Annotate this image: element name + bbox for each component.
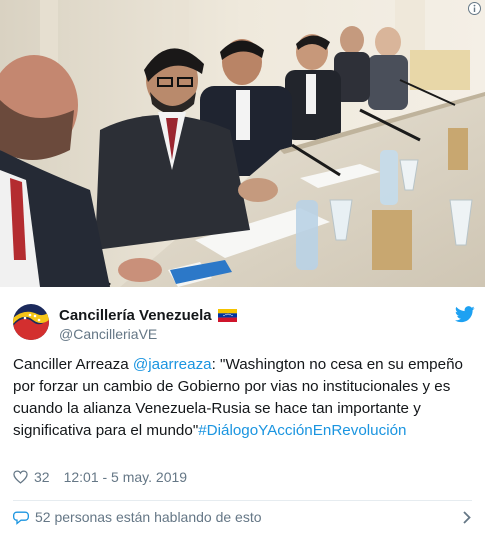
- tweet-header: Cancillería Venezuela @CancilleriaVE: [13, 304, 475, 344]
- mention-link[interactable]: @jaarreaza: [133, 356, 212, 373]
- author-name-row[interactable]: Cancillería Venezuela: [59, 307, 237, 324]
- like-count[interactable]: 32: [34, 469, 50, 485]
- author-name[interactable]: Cancillería Venezuela: [59, 307, 212, 324]
- venezuela-flag-icon: [217, 309, 237, 322]
- conversation-text[interactable]: 52 personas están hablando de esto: [35, 509, 262, 525]
- avatar-image: [13, 304, 49, 340]
- info-icon[interactable]: [468, 2, 481, 15]
- chevron-right-icon[interactable]: [463, 511, 471, 524]
- avatar[interactable]: [13, 304, 49, 340]
- twitter-bird-icon[interactable]: [455, 306, 475, 323]
- author-handle[interactable]: @CancilleriaVE: [59, 326, 157, 342]
- tweet-photo[interactable]: [0, 0, 485, 287]
- divider: [13, 500, 472, 501]
- conversation-link[interactable]: 52 personas están hablando de esto: [13, 505, 475, 529]
- tweet-text: Canciller Arreaza @jaarreaza: "Washingto…: [13, 354, 475, 442]
- hashtag-link[interactable]: #DiálogoYAcciónEnRevolución: [198, 422, 406, 439]
- tweet-timestamp[interactable]: 12:01 - 5 may. 2019: [64, 469, 187, 485]
- chat-bubble-icon: [13, 511, 29, 525]
- tweet-meta: 32 12:01 - 5 may. 2019: [13, 469, 187, 485]
- meeting-photo-illustration: [0, 0, 485, 287]
- heart-icon[interactable]: [13, 470, 28, 484]
- embedded-tweet-card: Cancillería Venezuela @CancilleriaVE Can…: [0, 0, 485, 535]
- tweet-text-prefix: Canciller Arreaza: [13, 356, 133, 373]
